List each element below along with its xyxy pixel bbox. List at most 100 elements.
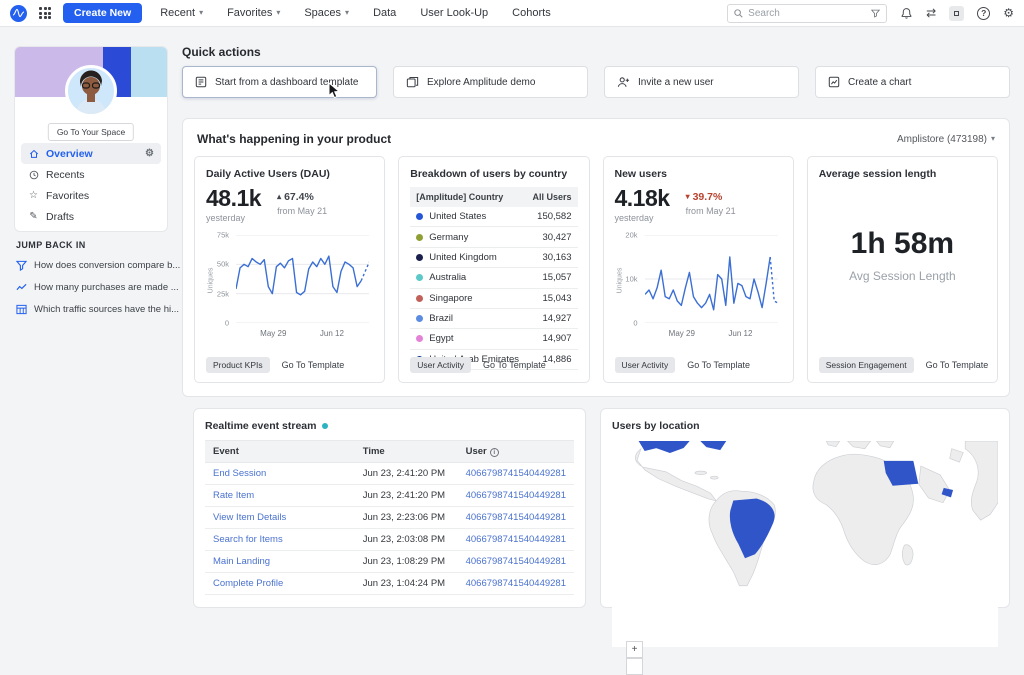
table-row: Main LandingJun 23, 1:08:29 PM4066798741…	[205, 551, 574, 573]
event-link[interactable]: Rate Item	[213, 490, 254, 501]
dau-delta: ▴ 67.4%	[277, 191, 327, 203]
menu-spaces[interactable]: Spaces▾	[304, 7, 349, 19]
table-row[interactable]: United Kingdom30,163	[410, 247, 577, 267]
table-row[interactable]: Germany30,427	[410, 227, 577, 247]
sidebar-item-recents[interactable]: Recents	[21, 164, 161, 185]
new-users-chart-yticks: 20k10k0	[615, 235, 641, 323]
add-user-icon	[617, 76, 630, 88]
map-zoom-out-button[interactable]	[626, 658, 643, 675]
info-icon[interactable]: i	[490, 448, 499, 457]
menu-recent[interactable]: Recent▾	[160, 7, 203, 19]
table-row[interactable]: Egypt14,907	[410, 329, 577, 349]
apps-grid-icon[interactable]	[39, 7, 51, 19]
event-table: Event Time Useri End SessionJun 23, 2:41…	[205, 440, 574, 595]
browser-windows-icon	[406, 76, 419, 88]
settings-gear-icon[interactable]: ⚙	[1003, 7, 1014, 19]
series-color-dot	[416, 234, 423, 241]
dau-chart: Uniques 75k50k25k0 May 29Jun 12	[206, 235, 373, 345]
chevron-down-icon: ▾	[199, 9, 203, 17]
live-indicator-dot	[322, 423, 328, 429]
user-activity-tag[interactable]: User Activity	[410, 357, 471, 373]
time-col-header: Time	[355, 441, 458, 463]
filter-funnel-icon[interactable]	[871, 9, 880, 18]
main-menu: Recent▾ Favorites▾ Spaces▾ Data User Loo…	[160, 7, 551, 19]
go-to-your-space-button[interactable]: Go To Your Space	[48, 123, 134, 141]
sidebar-item-label: Overview	[46, 148, 93, 160]
global-search	[727, 4, 887, 23]
all-users-col-header: All Users	[526, 187, 577, 207]
product-kpis-tag[interactable]: Product KPIs	[206, 357, 270, 373]
amplitude-logo-icon[interactable]	[10, 5, 27, 22]
jump-item-conversion[interactable]: How does conversion compare b...	[16, 260, 172, 271]
search-input[interactable]	[748, 8, 866, 19]
session-engagement-tag[interactable]: Session Engagement	[819, 357, 914, 373]
user-id-link[interactable]: 4066798741540449281	[466, 534, 566, 545]
chart-icon	[828, 76, 840, 88]
go-to-template-link[interactable]: Go To Template	[483, 360, 546, 370]
menu-data[interactable]: Data	[373, 7, 396, 19]
series-color-dot	[416, 254, 423, 261]
new-users-value: 4.18k	[615, 187, 670, 210]
event-link[interactable]: End Session	[213, 468, 266, 479]
clock-icon	[28, 170, 39, 180]
event-link[interactable]: Main Landing	[213, 556, 270, 567]
sidebar-item-label: Drafts	[46, 211, 74, 223]
event-link[interactable]: Search for Items	[213, 534, 283, 545]
pathfinder-arrows-icon[interactable]: ⇄	[926, 7, 936, 19]
sidebar-item-drafts[interactable]: ✎ Drafts	[21, 206, 161, 227]
menu-favorites[interactable]: Favorites▾	[227, 7, 280, 19]
event-link[interactable]: Complete Profile	[213, 578, 283, 589]
user-id-link[interactable]: 4066798741540449281	[466, 512, 566, 523]
start-dashboard-template-button[interactable]: Start from a dashboard template	[182, 66, 377, 98]
jump-item-traffic-sources[interactable]: Which traffic sources have the hi...	[16, 304, 172, 315]
go-to-template-link[interactable]: Go To Template	[687, 360, 750, 370]
help-icon[interactable]: ?	[977, 7, 990, 20]
new-users-chart-xticks: May 29Jun 12	[645, 329, 778, 341]
user-id-link[interactable]: 4066798741540449281	[466, 468, 566, 479]
product-updates-icon[interactable]	[949, 6, 964, 21]
dau-value: 48.1k	[206, 187, 261, 210]
series-color-dot	[416, 295, 423, 302]
quick-actions-row: Start from a dashboard template Explore …	[182, 66, 1010, 98]
go-to-template-link[interactable]: Go To Template	[282, 360, 345, 370]
invite-user-button[interactable]: Invite a new user	[604, 66, 799, 98]
project-selector[interactable]: Amplistore (473198) ▾	[897, 134, 995, 145]
create-new-button[interactable]: Create New	[63, 3, 142, 23]
sidebar-item-overview[interactable]: Overview ⚙	[21, 143, 161, 164]
user-id-link[interactable]: 4066798741540449281	[466, 578, 566, 589]
dau-card-title: Daily Active Users (DAU)	[206, 168, 373, 180]
table-row: Search for ItemsJun 23, 2:03:08 PM406679…	[205, 529, 574, 551]
menu-cohorts[interactable]: Cohorts	[512, 7, 551, 19]
series-color-dot	[416, 213, 423, 220]
whats-happening-panel: What's happening in your product Amplist…	[182, 118, 1010, 397]
table-row[interactable]: United States150,582	[410, 207, 577, 227]
chevron-down-icon: ▾	[345, 9, 349, 17]
world-map[interactable]: +	[612, 441, 998, 647]
session-length-card: Average session length 1h 58m Avg Sessio…	[807, 156, 998, 383]
table-row[interactable]: Australia15,057	[410, 268, 577, 288]
users-by-location-card: Users by location	[600, 408, 1010, 608]
map-zoom-in-button[interactable]: +	[626, 641, 643, 658]
user-id-link[interactable]: 4066798741540449281	[466, 556, 566, 567]
chevron-down-icon: ▾	[991, 135, 995, 143]
new-users-delta: ▾ 39.7%	[686, 191, 736, 203]
user-id-link[interactable]: 4066798741540449281	[466, 490, 566, 501]
jump-back-in-section: JUMP BACK IN How does conversion compare…	[16, 240, 172, 326]
create-chart-button[interactable]: Create a chart	[815, 66, 1010, 98]
explore-demo-button[interactable]: Explore Amplitude demo	[393, 66, 588, 98]
sidebar-item-favorites[interactable]: ☆ Favorites	[21, 185, 161, 206]
overview-settings-gear-icon[interactable]: ⚙	[145, 148, 154, 159]
user-activity-tag[interactable]: User Activity	[615, 357, 676, 373]
avatar[interactable]	[65, 65, 117, 117]
jump-item-purchases[interactable]: How many purchases are made ...	[16, 282, 172, 293]
delta-down-icon: ▾	[686, 193, 690, 201]
delta-up-icon: ▴	[277, 193, 281, 201]
table-row: Rate ItemJun 23, 2:41:20 PM4066798741540…	[205, 485, 574, 507]
go-to-template-link[interactable]: Go To Template	[926, 360, 989, 370]
table-row[interactable]: Brazil14,927	[410, 308, 577, 328]
menu-user-look-up[interactable]: User Look-Up	[420, 7, 488, 19]
table-row[interactable]: Singapore15,043	[410, 288, 577, 308]
event-col-header: Event	[205, 441, 355, 463]
event-link[interactable]: View Item Details	[213, 512, 286, 523]
notifications-bell-icon[interactable]	[900, 7, 913, 20]
